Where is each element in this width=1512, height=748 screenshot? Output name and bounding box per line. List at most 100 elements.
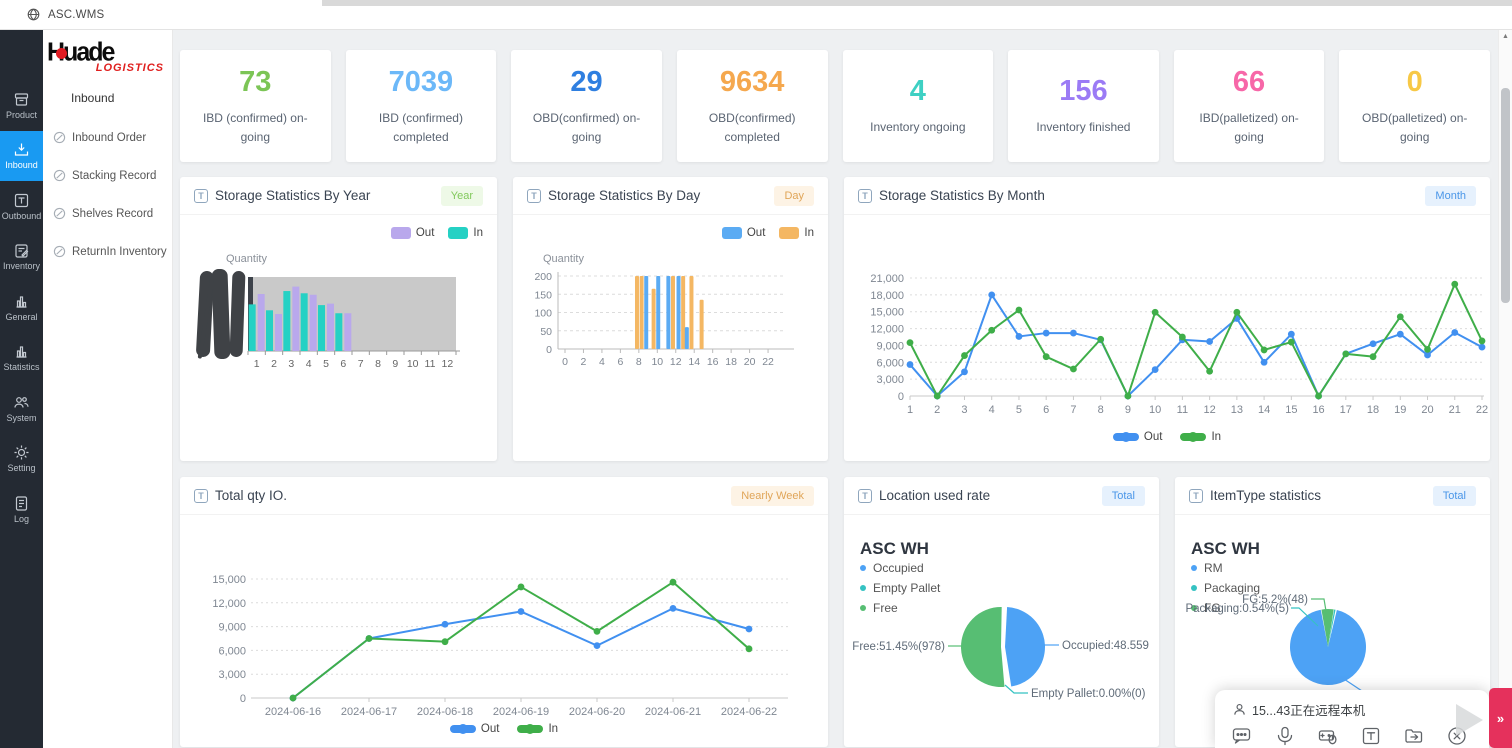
- rail-item-label: Outbound: [1, 210, 42, 221]
- sidebar-item-inventory[interactable]: Inventory: [0, 232, 43, 283]
- stat-value: 9634: [719, 65, 785, 98]
- svg-text:13: 13: [1231, 404, 1243, 416]
- svg-text:2024-06-19: 2024-06-19: [493, 706, 549, 718]
- svg-text:1: 1: [254, 358, 260, 370]
- users-icon: [14, 396, 29, 408]
- stat-value: 73: [239, 65, 272, 98]
- year-chart-body: Out In Quantity 1 2 3 4 5 6 7 8 9 10 11 12: [180, 215, 497, 461]
- stat-value: 0: [1406, 65, 1423, 98]
- card-header: T Storage Statistics By Day Day: [513, 177, 828, 215]
- stat-card: 7039 IBD (confirmed) completed: [345, 50, 497, 162]
- stat-value: 7039: [388, 65, 454, 98]
- chat-icon[interactable]: [1232, 726, 1252, 748]
- dashboard: 73 IBD (confirmed) on-going 7039 IBD (confi…: [173, 30, 1498, 748]
- scope-badge-total[interactable]: Total: [1101, 485, 1145, 506]
- svg-text:2024-06-21: 2024-06-21: [645, 706, 701, 718]
- svg-text:3,000: 3,000: [218, 669, 246, 681]
- mic-icon[interactable]: [1275, 726, 1295, 748]
- remote-status-text: 15...43正在远程本机: [1252, 704, 1366, 718]
- sidebar-item-general[interactable]: General: [0, 282, 43, 333]
- legend-item-in[interactable]: In: [779, 227, 814, 239]
- rail-item-label: Product: [5, 109, 38, 120]
- day-chart-body: Out In Quantity 0 50 100 150 200 0 2 4 6 8 10 12 14 16…: [513, 215, 828, 461]
- svg-text:12: 12: [441, 358, 453, 370]
- menu-item-stacking-record[interactable]: Stacking Record: [53, 169, 172, 182]
- svg-text:4: 4: [599, 356, 605, 368]
- menu-item-shelves-record[interactable]: Shelves Record: [53, 207, 172, 220]
- legend-item-in[interactable]: In: [448, 227, 483, 239]
- card-header: T Total qty IO. Nearly Week: [180, 477, 828, 515]
- card-header: T Storage Statistics By Year Year: [180, 177, 497, 215]
- card-storage-by-day: T Storage Statistics By Day Day Out In Qu…: [513, 177, 828, 461]
- remote-status: 15...43正在远程本机: [1215, 690, 1489, 719]
- chart-title-icon: T: [858, 188, 872, 203]
- sidebar-menu: Inbound Order Stacking Record Shelves Reco…: [43, 131, 172, 258]
- card-header: T ItemType statistics Total: [1175, 477, 1490, 515]
- svg-text:100: 100: [534, 308, 552, 320]
- expand-ribbon[interactable]: »: [1489, 688, 1512, 748]
- svg-text:9: 9: [1125, 404, 1131, 416]
- stat-card: 66 IBD(palletized) on-going: [1173, 50, 1325, 162]
- period-badge-day[interactable]: Day: [774, 185, 814, 206]
- sidebar-item-outbound[interactable]: Outbound: [0, 181, 43, 232]
- sidebar-item-setting[interactable]: Setting: [0, 434, 43, 485]
- stat-card: 29 OBD(confirmed) on-going: [511, 50, 662, 162]
- legend-item-in[interactable]: In: [1180, 431, 1221, 443]
- rail-item-label: General: [5, 311, 38, 322]
- sidebar-item-product[interactable]: Product: [0, 80, 43, 131]
- stat-card: 73 IBD (confirmed) on-going: [180, 50, 331, 162]
- sidebar-item-system[interactable]: System: [0, 383, 43, 434]
- svg-text:0: 0: [546, 344, 552, 356]
- sidebar-item-statistics[interactable]: Statistics: [0, 333, 43, 384]
- legend-item-out[interactable]: Out: [449, 723, 499, 735]
- week-chart-body: 0 3,000 6,000 9,000 12,000 15,000 2024-06-16 20…: [180, 515, 828, 747]
- legend-swatch: [779, 227, 800, 239]
- y-axis-label: Quantity: [226, 253, 267, 265]
- document-icon: [15, 496, 28, 511]
- svg-text:17: 17: [1340, 404, 1352, 416]
- menu-item-inbound-order[interactable]: Inbound Order: [53, 131, 172, 144]
- stat-label: Inventory finished: [1036, 120, 1131, 135]
- svg-text:6: 6: [340, 358, 346, 370]
- globe-icon: [27, 8, 40, 21]
- chart-title-icon: T: [1189, 488, 1203, 503]
- scroll-up-arrow[interactable]: ▲: [1499, 33, 1512, 40]
- week-line-chart: 0 3,000 6,000 9,000 12,000 15,000 2024-06-16 20…: [212, 574, 788, 718]
- card-title: T Location used rate: [858, 488, 990, 503]
- card-title: T Total qty IO.: [194, 488, 287, 503]
- legend-item-out[interactable]: Out: [1112, 431, 1162, 443]
- svg-text:3,000: 3,000: [876, 374, 904, 386]
- legend-item-in[interactable]: In: [517, 723, 558, 735]
- period-badge-month[interactable]: Month: [1425, 185, 1476, 206]
- menu-item-returnin-inventory[interactable]: ReturnIn Inventory: [53, 245, 172, 258]
- legend-swatch: [448, 227, 469, 239]
- svg-text:16: 16: [707, 356, 719, 368]
- period-badge-year[interactable]: Year: [440, 185, 483, 206]
- scrollbar-thumb[interactable]: [1501, 88, 1510, 303]
- bar-chart-icon: [16, 296, 27, 308]
- svg-text:6: 6: [617, 356, 623, 368]
- svg-text:18: 18: [725, 356, 737, 368]
- svg-text:6,000: 6,000: [876, 357, 904, 369]
- chart-title-icon: T: [527, 188, 541, 203]
- person-icon: [1234, 703, 1245, 715]
- sidebar-item-log[interactable]: Log: [0, 484, 43, 535]
- card-header: T Location used rate Total: [844, 477, 1159, 515]
- text-tool-icon[interactable]: [1361, 726, 1381, 748]
- card-storage-by-year: T Storage Statistics By Year Year Out In …: [180, 177, 497, 461]
- scope-badge-total[interactable]: Total: [1432, 485, 1476, 506]
- remote-control-icon[interactable]: [1318, 726, 1338, 748]
- card-title-text: Storage Statistics By Year: [215, 188, 371, 203]
- svg-text:Free:51.45%(978): Free:51.45%(978): [852, 641, 945, 653]
- card-title-text: Storage Statistics By Month: [879, 188, 1045, 203]
- stat-value: 66: [1232, 65, 1266, 98]
- card-title-text: ItemType statistics: [1210, 488, 1322, 503]
- folder-share-icon[interactable]: [1404, 726, 1424, 748]
- sidebar-item-inbound[interactable]: Inbound: [0, 130, 43, 181]
- app-title: ASC.WMS: [48, 8, 105, 21]
- legend-item-out[interactable]: Out: [390, 227, 434, 239]
- legend-item-out[interactable]: Out: [721, 227, 765, 239]
- screen: ASC.WMS Product Inbound Outbound Inventory G…: [0, 0, 1512, 748]
- period-badge-nearly-week[interactable]: Nearly Week: [731, 485, 814, 506]
- card-title: T Storage Statistics By Day: [527, 188, 700, 203]
